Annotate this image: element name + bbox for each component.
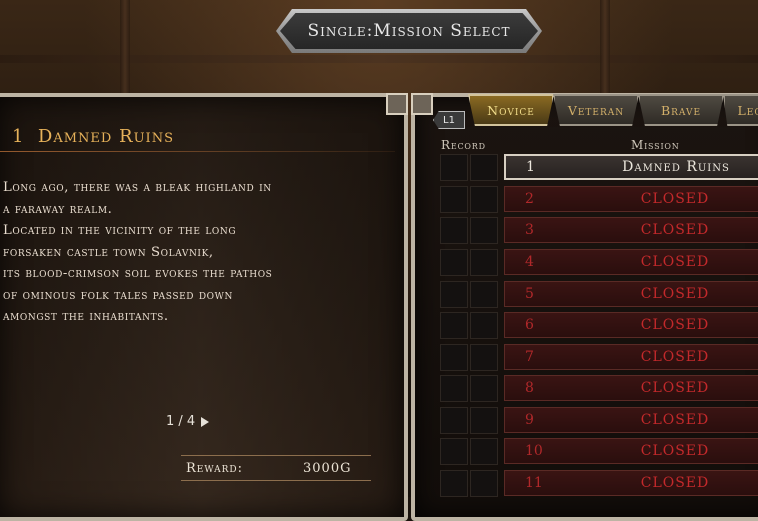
mission-detail-number: 1 xyxy=(12,126,25,147)
mission-detail-name: Damned Ruins xyxy=(37,126,174,147)
record-slot xyxy=(440,438,468,465)
description-line: forsaken castle town Solavnik, xyxy=(3,244,214,260)
page-indicator: 1 / 4 xyxy=(166,414,196,429)
mission-row-number: 10 xyxy=(525,443,543,459)
mission-detail-heading: 1 Damned Ruins xyxy=(12,126,174,147)
mission-column-header: Mission xyxy=(631,138,680,152)
mission-row-number: 6 xyxy=(525,317,534,333)
mission-row-number: 2 xyxy=(525,191,534,207)
ceiling-beam xyxy=(0,55,758,63)
tab-label: Veteran xyxy=(567,102,625,118)
mission-description: Long ago, there was a bleak highland in … xyxy=(3,177,383,328)
mission-row-name: CLOSED xyxy=(640,286,710,302)
record-slot xyxy=(440,249,468,276)
reward-divider-top xyxy=(181,455,371,456)
mission-row[interactable]: 11 CLOSED xyxy=(504,470,758,496)
record-slot xyxy=(440,281,468,308)
mission-row[interactable]: 3 CLOSED xyxy=(504,217,758,243)
mission-row-number: 3 xyxy=(525,222,534,238)
next-page-arrow-icon[interactable] xyxy=(201,416,210,427)
tab-label: Leg xyxy=(737,102,758,118)
record-slot xyxy=(440,375,468,402)
reward-divider-bottom xyxy=(181,480,371,481)
record-slot xyxy=(470,217,498,244)
reward-value: 3000G xyxy=(303,461,352,476)
mission-row-name: CLOSED xyxy=(640,191,710,207)
record-slot xyxy=(440,154,468,181)
mission-row-name: CLOSED xyxy=(640,222,710,238)
record-slot xyxy=(440,186,468,213)
panel-corner-ornament xyxy=(411,93,433,115)
mission-row[interactable]: 8 CLOSED xyxy=(504,375,758,401)
ceiling-beam xyxy=(120,0,130,95)
mission-row-number: 8 xyxy=(525,380,534,396)
mission-row-name: CLOSED xyxy=(640,349,710,365)
ceiling-beam xyxy=(600,0,610,95)
mission-row[interactable]: 5 CLOSED xyxy=(504,281,758,307)
record-slot xyxy=(470,344,498,371)
record-slot xyxy=(470,186,498,213)
mission-row-name: CLOSED xyxy=(640,443,710,459)
mission-row-number: 5 xyxy=(525,286,534,302)
description-line: its blood-crimson soil evokes the pathos xyxy=(3,266,273,281)
record-slot xyxy=(470,407,498,434)
record-slot xyxy=(440,312,468,339)
tab-label: Brave xyxy=(660,102,702,118)
record-slot xyxy=(470,470,498,497)
mission-row[interactable]: 7 CLOSED xyxy=(504,344,758,370)
mission-row-name: CLOSED xyxy=(640,412,710,428)
record-column-header: Record xyxy=(441,138,486,152)
record-slot xyxy=(440,470,468,497)
record-slot xyxy=(470,312,498,339)
record-slot xyxy=(440,217,468,244)
tab-veteran[interactable]: Veteran xyxy=(553,94,639,126)
heading-divider xyxy=(0,151,395,152)
tab-brave[interactable]: Brave xyxy=(638,94,724,126)
screen-title-banner: Single:Mission Select xyxy=(276,9,542,53)
description-pager: 1 / 4 xyxy=(166,414,210,429)
mission-row-number: 9 xyxy=(525,412,534,428)
record-slot xyxy=(470,375,498,402)
mission-row-number: 11 xyxy=(525,475,543,491)
record-slot xyxy=(440,344,468,371)
reward-label: Reward: xyxy=(186,461,244,476)
mission-row-number: 4 xyxy=(525,254,534,270)
mission-row[interactable]: 10 CLOSED xyxy=(504,438,758,464)
prev-tab-button[interactable]: L1 xyxy=(433,111,465,129)
mission-row-name: CLOSED xyxy=(640,317,710,333)
mission-row[interactable]: 1 Damned Ruins xyxy=(504,154,758,180)
description-line: of ominous folk tales passed down xyxy=(3,287,233,303)
record-slot xyxy=(470,438,498,465)
mission-row-number: 1 xyxy=(526,159,535,175)
description-line: Long ago, there was a bleak highland in xyxy=(3,180,272,195)
mission-row-number: 7 xyxy=(525,349,534,365)
mission-row[interactable]: 9 CLOSED xyxy=(504,407,758,433)
mission-row-name: CLOSED xyxy=(640,380,710,396)
record-slot xyxy=(440,407,468,434)
mission-row[interactable]: 4 CLOSED xyxy=(504,249,758,275)
record-slot xyxy=(470,154,498,181)
description-line: Located in the vicinity of the long xyxy=(3,223,237,238)
mission-row-name: Damned Ruins xyxy=(622,159,730,175)
record-slot xyxy=(470,249,498,276)
mission-row-name: CLOSED xyxy=(640,254,710,270)
mission-row[interactable]: 2 CLOSED xyxy=(504,186,758,212)
description-line: a faraway realm. xyxy=(3,201,113,217)
panel-corner-ornament xyxy=(386,93,408,115)
description-line: amongst the inhabitants. xyxy=(3,309,169,324)
tab-label: Novice xyxy=(487,102,535,118)
tab-novice[interactable]: Novice xyxy=(468,94,554,126)
record-slot xyxy=(470,281,498,308)
mission-row-name: CLOSED xyxy=(640,475,710,491)
screen-title: Single:Mission Select xyxy=(307,21,511,41)
mission-row[interactable]: 6 CLOSED xyxy=(504,312,758,338)
tab-legend[interactable]: Leg xyxy=(723,94,758,126)
